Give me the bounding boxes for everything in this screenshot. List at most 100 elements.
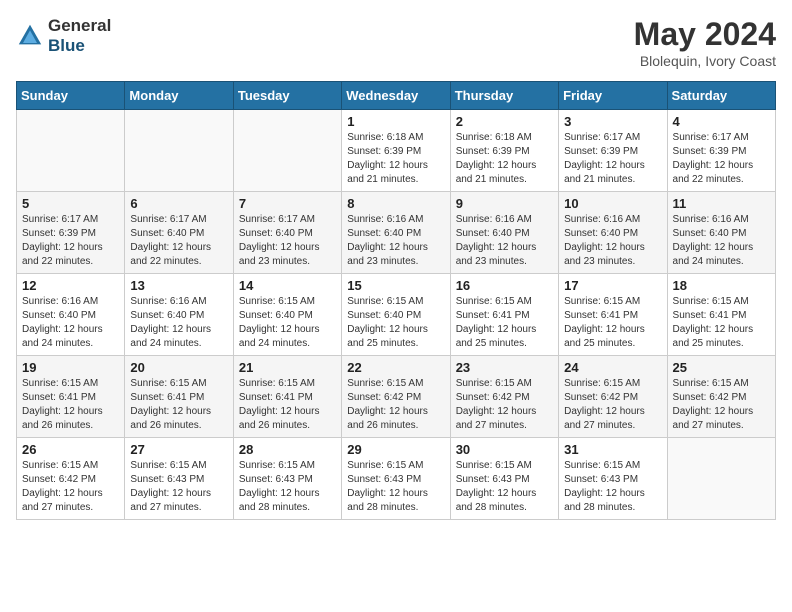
day-info: Sunrise: 6:15 AMSunset: 6:43 PMDaylight:… xyxy=(347,459,444,515)
day-info: Sunrise: 6:16 AMSunset: 6:40 PMDaylight:… xyxy=(130,295,227,351)
day-number: 30 xyxy=(456,442,553,457)
calendar-cell: 29 Sunrise: 6:15 AMSunset: 6:43 PMDayligh… xyxy=(342,438,450,520)
calendar-cell: 5Sunrise: 6:17 AMSunset: 6:39 PMDaylight… xyxy=(17,192,125,274)
day-number: 10 xyxy=(564,196,661,211)
day-number: 1 xyxy=(347,114,444,129)
calendar-cell: 18Sunrise: 6:15 AMSunset: 6:41 PMDayligh… xyxy=(667,274,775,356)
weekday-header: Friday xyxy=(559,82,667,110)
calendar-header: SundayMondayTuesdayWednesdayThursdayFrid… xyxy=(17,82,776,110)
day-info: Sunrise: 6:18 AMSunset: 6:39 PMDaylight:… xyxy=(347,131,444,187)
day-number: 16 xyxy=(456,278,553,293)
day-number: 22 xyxy=(347,360,444,375)
calendar-cell: 31Sunrise: 6:15 AMSunset: 6:43 PMDayligh… xyxy=(559,438,667,520)
month-year: May 2024 xyxy=(634,16,776,53)
calendar-cell: 27 Sunrise: 6:15 AMSunset: 6:43 PMDayligh… xyxy=(125,438,233,520)
day-number: 13 xyxy=(130,278,227,293)
day-number: 3 xyxy=(564,114,661,129)
day-info: Sunrise: 6:17 AMSunset: 6:39 PMDaylight:… xyxy=(673,131,770,187)
day-number: 29 xyxy=(347,442,444,457)
day-info: Sunrise: 6:15 AMSunset: 6:41 PMDaylight:… xyxy=(130,377,227,433)
location: Blolequin, Ivory Coast xyxy=(634,53,776,69)
day-number: 11 xyxy=(673,196,770,211)
day-number: 8 xyxy=(347,196,444,211)
day-info: Sunrise: 6:16 AMSunset: 6:40 PMDaylight:… xyxy=(456,213,553,269)
day-info: Sunrise: 6:15 AMSunset: 6:40 PMDaylight:… xyxy=(239,295,336,351)
day-number: 26 xyxy=(22,442,119,457)
calendar-cell: 21Sunrise: 6:15 AMSunset: 6:41 PMDayligh… xyxy=(233,356,341,438)
logo: General Blue xyxy=(16,16,111,56)
day-number: 6 xyxy=(130,196,227,211)
title-block: May 2024 Blolequin, Ivory Coast xyxy=(634,16,776,69)
logo-general: General xyxy=(48,16,111,35)
day-info: Sunrise: 6:15 AMSunset: 6:42 PMDaylight:… xyxy=(347,377,444,433)
calendar-cell: 7 Sunrise: 6:17 AMSunset: 6:40 PMDaylight… xyxy=(233,192,341,274)
calendar-cell: 6 Sunrise: 6:17 AMSunset: 6:40 PMDaylight… xyxy=(125,192,233,274)
day-info: Sunrise: 6:15 AMSunset: 6:41 PMDaylight:… xyxy=(564,295,661,351)
weekday-header: Wednesday xyxy=(342,82,450,110)
calendar-cell: 13 Sunrise: 6:16 AMSunset: 6:40 PMDayligh… xyxy=(125,274,233,356)
day-number: 19 xyxy=(22,360,119,375)
day-info: Sunrise: 6:16 AMSunset: 6:40 PMDaylight:… xyxy=(564,213,661,269)
day-info: Sunrise: 6:15 AMSunset: 6:41 PMDaylight:… xyxy=(22,377,119,433)
day-number: 31 xyxy=(564,442,661,457)
day-number: 2 xyxy=(456,114,553,129)
logo-text: General Blue xyxy=(48,16,111,56)
calendar-cell: 26 Sunrise: 6:15 AMSunset: 6:42 PMDayligh… xyxy=(17,438,125,520)
day-number: 21 xyxy=(239,360,336,375)
weekday-header: Monday xyxy=(125,82,233,110)
calendar-week-row: 26 Sunrise: 6:15 AMSunset: 6:42 PMDayligh… xyxy=(17,438,776,520)
day-info: Sunrise: 6:18 AMSunset: 6:39 PMDaylight:… xyxy=(456,131,553,187)
calendar-cell xyxy=(125,110,233,192)
calendar-cell: 25Sunrise: 6:15 AMSunset: 6:42 PMDayligh… xyxy=(667,356,775,438)
day-info: Sunrise: 6:16 AMSunset: 6:40 PMDaylight:… xyxy=(673,213,770,269)
calendar-cell: 19 Sunrise: 6:15 AMSunset: 6:41 PMDayligh… xyxy=(17,356,125,438)
calendar-cell: 1 Sunrise: 6:18 AMSunset: 6:39 PMDaylight… xyxy=(342,110,450,192)
day-number: 24 xyxy=(564,360,661,375)
calendar-cell: 24 Sunrise: 6:15 AMSunset: 6:42 PMDayligh… xyxy=(559,356,667,438)
weekday-header: Sunday xyxy=(17,82,125,110)
day-number: 23 xyxy=(456,360,553,375)
day-number: 25 xyxy=(673,360,770,375)
day-number: 15 xyxy=(347,278,444,293)
weekday-header: Thursday xyxy=(450,82,558,110)
day-info: Sunrise: 6:15 AMSunset: 6:42 PMDaylight:… xyxy=(564,377,661,433)
day-info: Sunrise: 6:15 AMSunset: 6:42 PMDaylight:… xyxy=(22,459,119,515)
day-info: Sunrise: 6:17 AMSunset: 6:39 PMDaylight:… xyxy=(564,131,661,187)
calendar-cell: 17 Sunrise: 6:15 AMSunset: 6:41 PMDayligh… xyxy=(559,274,667,356)
day-number: 7 xyxy=(239,196,336,211)
calendar-cell: 4 Sunrise: 6:17 AMSunset: 6:39 PMDaylight… xyxy=(667,110,775,192)
calendar-cell: 10 Sunrise: 6:16 AMSunset: 6:40 PMDayligh… xyxy=(559,192,667,274)
weekday-row: SundayMondayTuesdayWednesdayThursdayFrid… xyxy=(17,82,776,110)
weekday-header: Saturday xyxy=(667,82,775,110)
day-info: Sunrise: 6:16 AMSunset: 6:40 PMDaylight:… xyxy=(347,213,444,269)
logo-icon xyxy=(16,22,44,50)
calendar-cell: 12Sunrise: 6:16 AMSunset: 6:40 PMDayligh… xyxy=(17,274,125,356)
day-number: 4 xyxy=(673,114,770,129)
calendar-cell: 8 Sunrise: 6:16 AMSunset: 6:40 PMDaylight… xyxy=(342,192,450,274)
day-number: 9 xyxy=(456,196,553,211)
calendar-week-row: 12Sunrise: 6:16 AMSunset: 6:40 PMDayligh… xyxy=(17,274,776,356)
calendar-cell: 2 Sunrise: 6:18 AMSunset: 6:39 PMDaylight… xyxy=(450,110,558,192)
calendar-cell: 28Sunrise: 6:15 AMSunset: 6:43 PMDayligh… xyxy=(233,438,341,520)
calendar-cell: 30Sunrise: 6:15 AMSunset: 6:43 PMDayligh… xyxy=(450,438,558,520)
day-number: 17 xyxy=(564,278,661,293)
calendar-body: 1 Sunrise: 6:18 AMSunset: 6:39 PMDaylight… xyxy=(17,110,776,520)
day-info: Sunrise: 6:17 AMSunset: 6:40 PMDaylight:… xyxy=(130,213,227,269)
calendar-cell xyxy=(667,438,775,520)
page-header: General Blue May 2024 Blolequin, Ivory C… xyxy=(16,16,776,69)
calendar-cell xyxy=(17,110,125,192)
day-info: Sunrise: 6:17 AMSunset: 6:40 PMDaylight:… xyxy=(239,213,336,269)
calendar-cell: 11 Sunrise: 6:16 AMSunset: 6:40 PMDayligh… xyxy=(667,192,775,274)
day-info: Sunrise: 6:15 AMSunset: 6:43 PMDaylight:… xyxy=(130,459,227,515)
day-info: Sunrise: 6:15 AMSunset: 6:42 PMDaylight:… xyxy=(456,377,553,433)
day-number: 14 xyxy=(239,278,336,293)
calendar-cell xyxy=(233,110,341,192)
day-number: 20 xyxy=(130,360,227,375)
calendar-cell: 23 Sunrise: 6:15 AMSunset: 6:42 PMDayligh… xyxy=(450,356,558,438)
day-info: Sunrise: 6:15 AMSunset: 6:41 PMDaylight:… xyxy=(456,295,553,351)
day-number: 27 xyxy=(130,442,227,457)
calendar-cell: 14 Sunrise: 6:15 AMSunset: 6:40 PMDayligh… xyxy=(233,274,341,356)
day-info: Sunrise: 6:15 AMSunset: 6:43 PMDaylight:… xyxy=(239,459,336,515)
day-info: Sunrise: 6:15 AMSunset: 6:40 PMDaylight:… xyxy=(347,295,444,351)
logo-blue: Blue xyxy=(48,36,85,55)
